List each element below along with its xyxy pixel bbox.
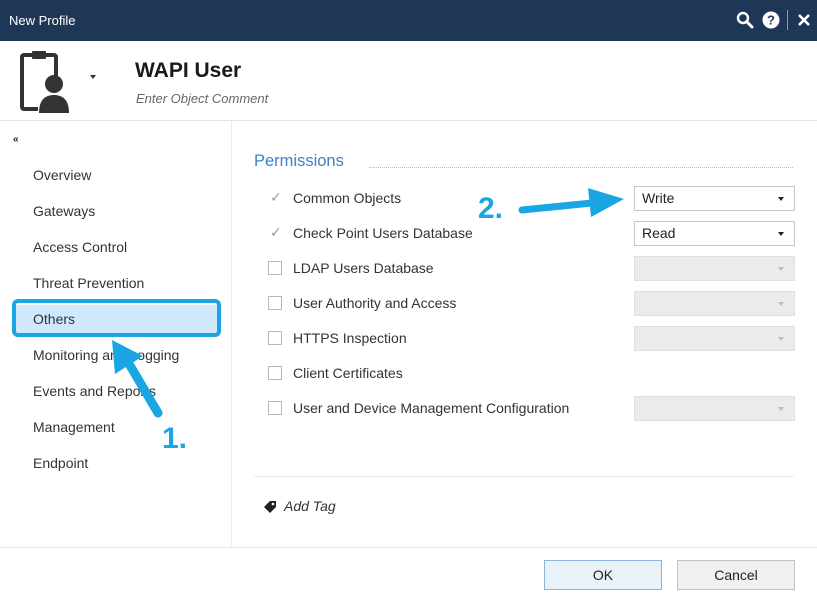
check-point-users-database-checkbox[interactable] xyxy=(268,224,282,241)
chevron-down-icon xyxy=(778,232,784,236)
sidebar-item-endpoint[interactable]: Endpoint xyxy=(14,449,218,477)
svg-text:?: ? xyxy=(767,13,775,28)
select-value: Read xyxy=(642,225,676,241)
permission-label: LDAP Users Database xyxy=(293,260,434,276)
title-bar-icons: ? xyxy=(732,8,817,32)
sidebar-item-events-and-reports[interactable]: Events and Reports xyxy=(14,377,218,405)
chevron-down-icon xyxy=(778,337,784,341)
permissions-title: Permissions xyxy=(254,152,344,170)
sidebar-item-monitoring-and-logging[interactable]: Monitoring and Logging xyxy=(14,341,218,369)
permission-label: User Authority and Access xyxy=(293,295,457,311)
permission-label: User and Device Management Configuration xyxy=(293,400,570,416)
permission-label: Check Point Users Database xyxy=(293,225,473,241)
ldap-users-database-select xyxy=(634,256,795,281)
common-objects-checkbox[interactable] xyxy=(268,189,282,206)
object-type-chevron-down-icon[interactable] xyxy=(90,75,96,79)
user-authority-and-access-select xyxy=(634,291,795,316)
dialog-footer: OK Cancel xyxy=(0,547,817,601)
section-divider xyxy=(369,167,793,168)
arrow-to-write-select xyxy=(518,188,624,217)
cancel-button[interactable]: Cancel xyxy=(677,560,795,590)
permission-label: Client Certificates xyxy=(293,365,403,381)
chevron-down-icon xyxy=(778,302,784,306)
user-and-device-management-configuration-checkbox[interactable] xyxy=(268,401,282,415)
permission-label: HTTPS Inspection xyxy=(293,330,407,346)
title-bar: New Profile ? xyxy=(0,0,817,41)
sidebar-item-overview[interactable]: Overview xyxy=(14,161,218,189)
chevron-down-icon xyxy=(778,197,784,201)
common-objects-select[interactable]: Write xyxy=(634,186,795,211)
sidebar-item-others[interactable]: Others xyxy=(14,305,218,333)
permission-label: Common Objects xyxy=(293,190,402,206)
client-certificates-checkbox[interactable] xyxy=(268,366,282,380)
ldap-users-database-checkbox[interactable] xyxy=(268,261,282,275)
sidebar-item-access-control[interactable]: Access Control xyxy=(14,233,218,261)
sidebar-item-management[interactable]: Management xyxy=(14,413,218,441)
help-icon[interactable]: ? xyxy=(758,8,784,32)
user-authority-and-access-checkbox[interactable] xyxy=(268,296,282,310)
chevron-down-icon xyxy=(778,267,784,271)
tags-divider xyxy=(254,476,794,477)
object-header: WAPI User Enter Object Comment xyxy=(0,41,817,121)
ok-button[interactable]: OK xyxy=(544,560,662,590)
tag-icon xyxy=(263,500,277,514)
user-and-device-management-configuration-select xyxy=(634,396,795,421)
close-icon[interactable] xyxy=(791,8,817,32)
check-point-users-database-select[interactable]: Read xyxy=(634,221,795,246)
user-profile-icon[interactable] xyxy=(20,51,84,113)
chevron-down-icon xyxy=(778,407,784,411)
window-title: New Profile xyxy=(9,13,76,28)
select-value: Write xyxy=(642,190,675,206)
step-2-label: 2. xyxy=(478,192,504,225)
object-name[interactable]: WAPI User xyxy=(135,59,241,83)
https-inspection-checkbox[interactable] xyxy=(268,331,282,345)
collapse-sidebar-icon[interactable]: « xyxy=(13,134,19,145)
sidebar-item-threat-prevention[interactable]: Threat Prevention xyxy=(14,269,218,297)
add-tag-label: Add Tag xyxy=(284,498,336,514)
title-bar-separator xyxy=(787,10,788,30)
sidebar-item-gateways[interactable]: Gateways xyxy=(14,197,218,225)
https-inspection-select xyxy=(634,326,795,351)
search-icon[interactable] xyxy=(732,8,758,32)
object-comment-field[interactable]: Enter Object Comment xyxy=(136,91,268,106)
